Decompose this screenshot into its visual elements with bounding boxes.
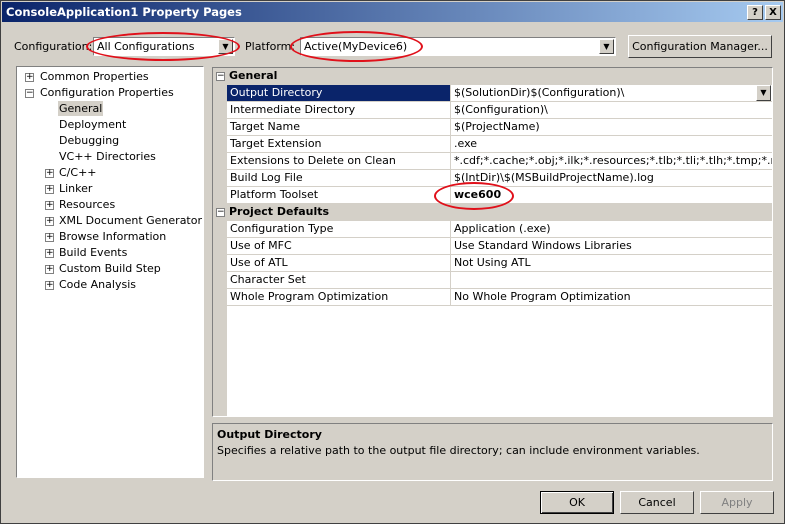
tree-item-common-properties[interactable]: Common Properties [40,69,149,84]
property-row[interactable]: Configuration Type Application (.exe) [227,221,772,238]
expand-icon[interactable]: + [45,233,54,242]
property-value[interactable]: *.cdf;*.cache;*.obj;*.ilk;*.resources;*.… [451,153,772,169]
property-value[interactable]: $(ProjectName) [451,119,772,135]
tree-item-linker[interactable]: Linker [59,181,92,196]
property-name: Target Extension [227,136,451,152]
description-text: Specifies a relative path to the output … [217,444,700,457]
expand-icon[interactable]: + [45,185,54,194]
property-name: Use of MFC [227,238,451,254]
property-name: Output Directory [227,85,451,101]
property-name: Extensions to Delete on Clean [227,153,451,169]
property-value[interactable] [451,272,772,288]
close-button[interactable]: X [765,5,781,20]
property-row[interactable]: Whole Program Optimization No Whole Prog… [227,289,772,306]
tree-item-debugging[interactable]: Debugging [59,133,119,148]
expand-icon[interactable]: + [45,281,54,290]
grid-margin [213,68,227,416]
expand-icon[interactable]: + [45,201,54,210]
tree-item-browse-information[interactable]: Browse Information [59,229,166,244]
property-tree[interactable]: + Common Properties − Configuration Prop… [16,66,204,478]
expand-icon[interactable]: + [45,249,54,258]
property-value[interactable]: $(Configuration)\ [451,102,772,118]
configuration-manager-button[interactable]: Configuration Manager... [628,35,772,58]
property-row[interactable]: Target Name $(ProjectName) [227,119,772,136]
category-label: General [229,69,278,82]
property-row[interactable]: Extensions to Delete on Clean *.cdf;*.ca… [227,153,772,170]
cancel-button[interactable]: Cancel [620,491,694,514]
property-name: Character Set [227,272,451,288]
annotation-oval-configuration [86,32,240,61]
annotation-oval-platform-toolset [434,182,514,210]
collapse-icon[interactable]: − [216,208,225,217]
property-name: Platform Toolset [227,187,451,203]
property-grid: − General Output Directory $(SolutionDir… [212,67,773,417]
property-name: Build Log File [227,170,451,186]
tree-item-vc-directories[interactable]: VC++ Directories [59,149,156,164]
tree-item-general[interactable]: General [58,101,104,116]
tree-item-xml-document-generator[interactable]: XML Document Generator [59,213,202,228]
chevron-down-icon[interactable]: ▼ [756,85,771,101]
property-pages-window: ConsoleApplication1 Property Pages ? X C… [0,0,785,524]
description-panel: Output Directory Specifies a relative pa… [212,423,773,481]
property-row[interactable]: Target Extension .exe [227,136,772,153]
property-name: Intermediate Directory [227,102,451,118]
tree-item-c-cpp[interactable]: C/C++ [59,165,97,180]
collapse-icon[interactable]: − [25,89,34,98]
tree-item-build-events[interactable]: Build Events [59,245,127,260]
property-value[interactable]: $(IntDir)\$(MSBuildProjectName).log [451,170,772,186]
property-row[interactable]: Output Directory $(SolutionDir)$(Configu… [227,85,772,102]
tree-item-configuration-properties[interactable]: Configuration Properties [40,85,174,100]
platform-label: Platform: [245,40,296,53]
property-name: Target Name [227,119,451,135]
expand-icon[interactable]: + [45,169,54,178]
collapse-icon[interactable]: − [216,72,225,81]
tree-item-code-analysis[interactable]: Code Analysis [59,277,136,292]
ok-button[interactable]: OK [540,491,614,514]
property-name: Configuration Type [227,221,451,237]
tree-item-deployment[interactable]: Deployment [59,117,126,132]
description-title: Output Directory [217,428,322,441]
property-value[interactable]: No Whole Program Optimization [451,289,772,305]
tree-item-resources[interactable]: Resources [59,197,115,212]
property-name: Whole Program Optimization [227,289,451,305]
category-label: Project Defaults [229,205,330,218]
annotation-oval-platform [290,31,423,62]
configuration-label: Configuration: [14,40,93,53]
property-value[interactable]: Application (.exe) [451,221,772,237]
window-title: ConsoleApplication1 Property Pages [6,5,242,19]
expand-icon[interactable]: + [25,73,34,82]
property-row[interactable]: Intermediate Directory $(Configuration)\ [227,102,772,119]
property-row[interactable]: Use of MFC Use Standard Windows Librarie… [227,238,772,255]
title-bar[interactable]: ConsoleApplication1 Property Pages ? X [2,2,783,22]
property-value[interactable]: .exe [451,136,772,152]
apply-button[interactable]: Apply [700,491,774,514]
expand-icon[interactable]: + [45,217,54,226]
property-value[interactable]: Not Using ATL [451,255,772,271]
property-row[interactable]: Use of ATL Not Using ATL [227,255,772,272]
property-value[interactable]: Use Standard Windows Libraries [451,238,772,254]
help-button[interactable]: ? [747,5,763,20]
expand-icon[interactable]: + [45,265,54,274]
property-name: Use of ATL [227,255,451,271]
property-row[interactable]: Character Set [227,272,772,289]
tree-item-custom-build-step[interactable]: Custom Build Step [59,261,161,276]
property-value[interactable]: $(SolutionDir)$(Configuration)\ [451,85,772,101]
category-general[interactable]: − General [216,68,772,85]
chevron-down-icon[interactable]: ▼ [599,39,614,54]
